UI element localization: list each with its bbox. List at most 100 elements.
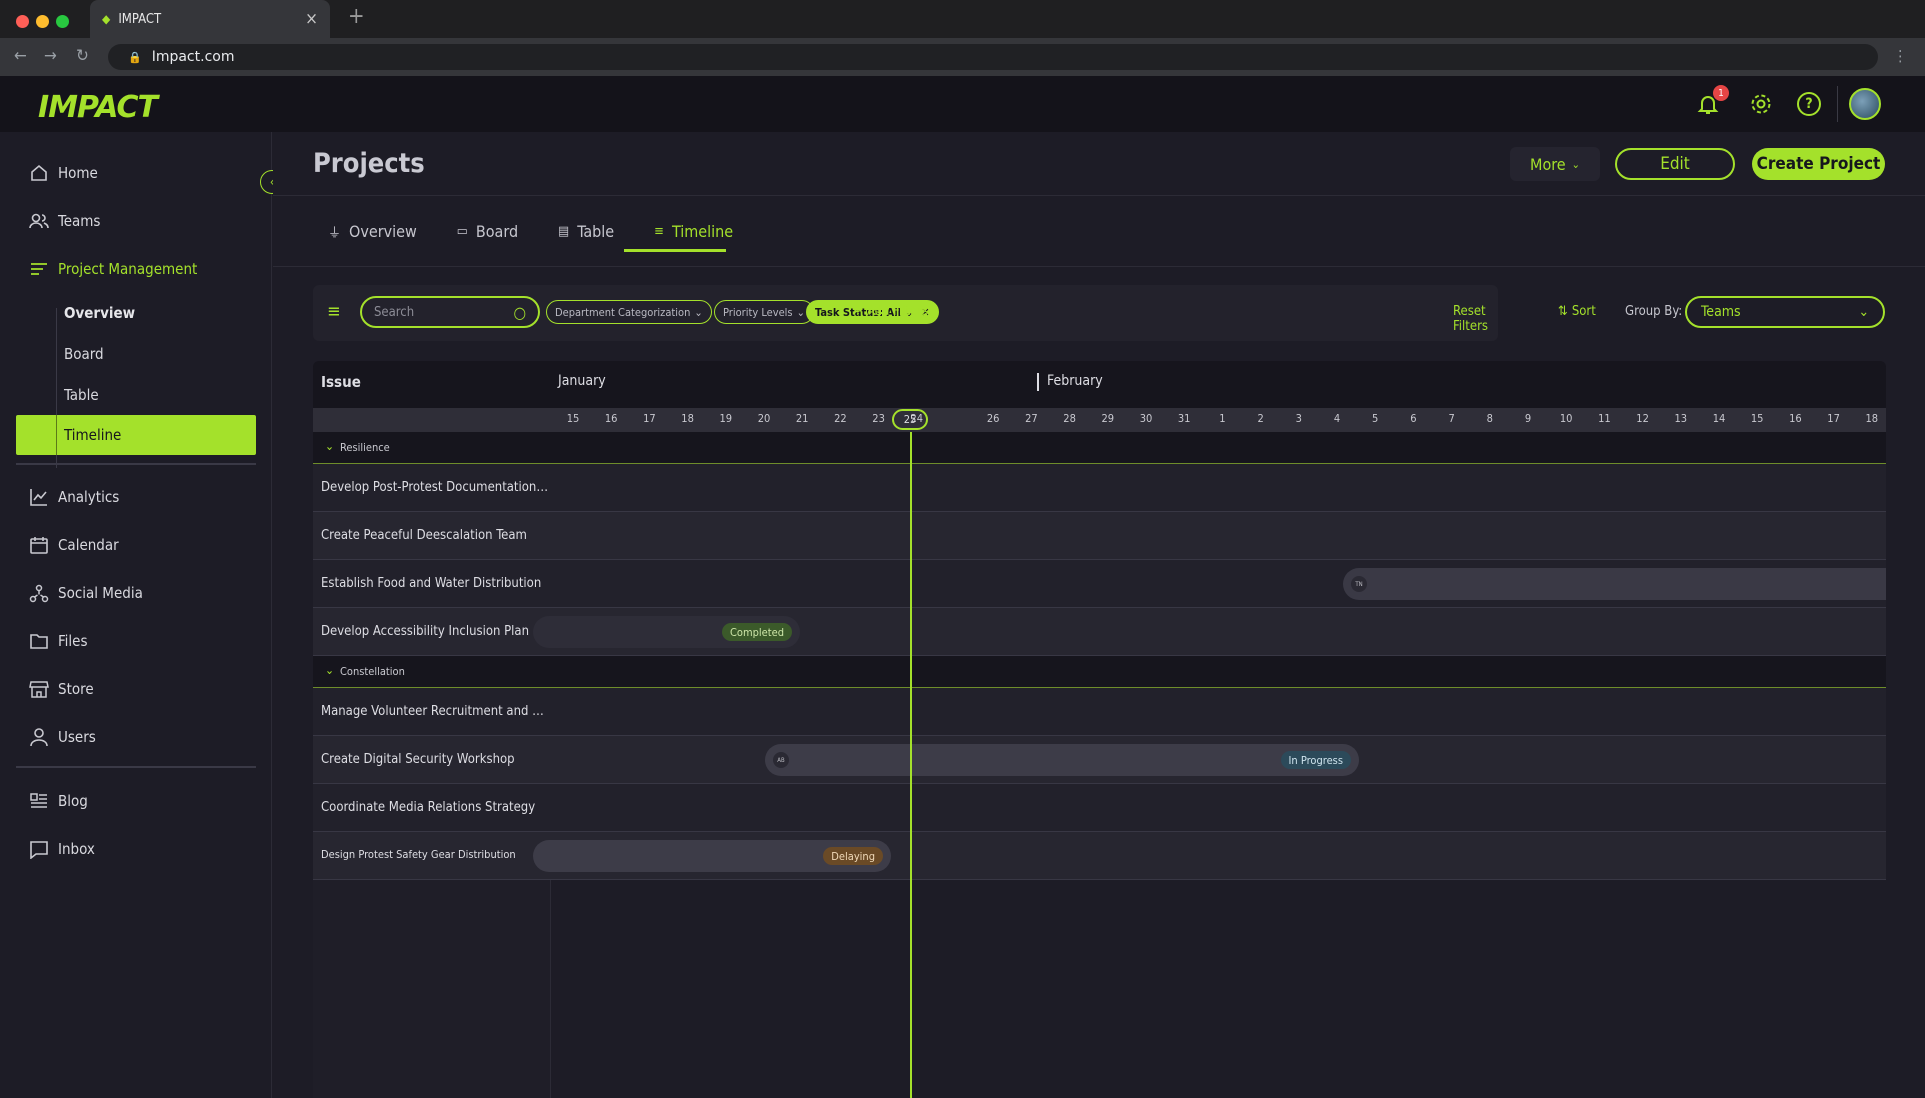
task-bar[interactable]: TN [1343, 568, 1886, 600]
today-marker: 25 [892, 409, 928, 430]
sidebar-subitem-table[interactable]: Table [64, 386, 99, 404]
day-label: 26 [986, 412, 1000, 425]
home-icon [28, 162, 50, 184]
sidebar-item-inbox[interactable]: Inbox [28, 838, 95, 860]
maximize-window-button[interactable] [56, 15, 69, 28]
logo[interactable]: IMPACT [38, 90, 158, 125]
edit-button[interactable]: Edit [1615, 148, 1735, 180]
reset-filters-button[interactable]: Reset Filters [1453, 304, 1498, 334]
filter-icon[interactable]: ≡ [327, 301, 341, 322]
create-project-button[interactable]: Create Project [1752, 148, 1885, 180]
lock-icon: 🔒 [128, 50, 142, 64]
browser-menu-icon[interactable]: ⋮ [1894, 47, 1908, 65]
month-label: February [1047, 373, 1103, 389]
sidebar: Home Teams Project Management Overview B… [0, 132, 284, 1098]
day-label: 30 [1139, 412, 1153, 425]
table-row[interactable]: Create Digital Security Workshop AB In P… [313, 736, 1886, 784]
day-label: 15 [566, 412, 580, 425]
sidebar-item-analytics[interactable]: Analytics [28, 486, 119, 508]
blog-icon [28, 790, 50, 812]
chevron-down-icon: ⌄ [325, 663, 335, 677]
add-filters-button[interactable]: + Add Filters [853, 304, 928, 319]
search-input[interactable]: Search ○ [360, 296, 540, 328]
favicon-icon: ◆ [102, 12, 111, 26]
sidebar-item-files[interactable]: Files [28, 630, 88, 652]
active-marker [56, 415, 57, 455]
day-label: 2 [1257, 412, 1264, 425]
sidebar-item-social-media[interactable]: Social Media [28, 582, 143, 604]
month-divider [1037, 373, 1039, 391]
table-row[interactable]: Design Protest Safety Gear Distribution … [313, 832, 1886, 880]
table-row[interactable]: Develop Accessibility Inclusion Plan Com… [313, 608, 1886, 656]
tab-table[interactable]: ▤ Table [558, 222, 614, 241]
sort-button[interactable]: ⇅ Sort [1558, 304, 1596, 319]
sidebar-item-calendar[interactable]: Calendar [28, 534, 119, 556]
task-bar[interactable]: AB In Progress [765, 744, 1359, 776]
priority-filter[interactable]: Priority Levels ⌄ [714, 300, 814, 324]
timeline-header: Issue January February [313, 361, 1886, 408]
sidebar-item-blog[interactable]: Blog [28, 790, 88, 812]
table-row[interactable]: Establish Food and Water Distribution TN [313, 560, 1886, 608]
new-tab-button[interactable]: + [348, 4, 365, 29]
table-row[interactable]: Coordinate Media Relations Strategy [313, 784, 1886, 832]
day-scale: 15 16 17 18 19 20 21 22 23 24 26 27 28 29 30 31 1 2 3 4 5 6 7 8… [313, 408, 1886, 432]
user-icon [28, 726, 50, 748]
sidebar-subitem-timeline-active[interactable] [16, 415, 256, 455]
minimize-window-button[interactable] [36, 15, 49, 28]
close-tab-icon[interactable]: × [305, 9, 318, 29]
list-icon [28, 258, 50, 280]
table-row[interactable]: Develop Post-Protest Documentation S… [313, 464, 1886, 512]
sidebar-subitem-board[interactable]: Board [64, 345, 104, 363]
task-bar[interactable]: Delaying [533, 840, 891, 872]
day-label: 9 [1524, 412, 1532, 425]
group-header-constellation[interactable]: ⌄ Constellation [313, 656, 1886, 688]
sidebar-item-users[interactable]: Users [28, 726, 96, 748]
chevron-down-icon: ⌄ [1858, 304, 1869, 320]
url-field[interactable]: 🔒 Impact.com [108, 44, 1878, 70]
table-row[interactable]: Manage Volunteer Recruitment and Tra… [313, 688, 1886, 736]
network-icon [28, 582, 50, 604]
app-header: IMPACT 1 ? [0, 76, 1925, 132]
plus-icon: + [853, 304, 863, 319]
task-bar[interactable]: Completed [533, 616, 800, 648]
tab-timeline[interactable]: ≡ Timeline [654, 222, 733, 241]
sidebar-item-teams[interactable]: Teams [28, 210, 100, 232]
day-label: 18 [1865, 412, 1879, 425]
help-icon[interactable]: ? [1797, 92, 1821, 116]
sidebar-item-home[interactable]: Home [28, 162, 98, 184]
day-label: 12 [1636, 412, 1649, 425]
today-line [910, 432, 912, 1098]
table-row[interactable]: Create Peaceful Deescalation Team [313, 512, 1886, 560]
sidebar-subitem-overview[interactable]: Overview [64, 304, 135, 322]
search-icon: ○ [513, 302, 526, 322]
sidebar-item-store[interactable]: Store [28, 678, 94, 700]
gear-icon[interactable] [1749, 92, 1773, 120]
forward-icon[interactable]: → [44, 46, 57, 66]
day-label: 3 [1295, 412, 1302, 425]
close-window-button[interactable] [16, 15, 29, 28]
sidebar-item-project-management[interactable]: Project Management [28, 258, 197, 280]
tab-board[interactable]: ▭ Board [457, 222, 518, 241]
back-icon[interactable]: ← [14, 46, 27, 66]
status-badge: Completed [722, 623, 792, 641]
main-content: Projects More ⌄ Edit Create Project ⏚ Ove… [273, 132, 1925, 1098]
reload-icon[interactable]: ↻ [76, 46, 89, 66]
sidebar-subitem-timeline[interactable]: Timeline [64, 426, 121, 444]
day-label: 4 [1333, 412, 1341, 425]
chart-icon [28, 486, 50, 508]
divider [16, 766, 256, 768]
group-header-resilience[interactable]: ⌄ Resilience [313, 432, 1886, 464]
group-by-select[interactable]: Teams ⌄ [1685, 296, 1885, 328]
avatar[interactable] [1849, 88, 1881, 120]
day-label: 23 [872, 412, 885, 425]
sort-icon: ⇅ [1558, 304, 1568, 319]
day-label: 15 [1750, 412, 1764, 425]
more-button[interactable]: More ⌄ [1510, 147, 1600, 181]
browser-tab[interactable]: ◆ IMPACT × [90, 0, 330, 38]
divider [273, 266, 1925, 267]
tab-overview[interactable]: ⏚ Overview [328, 222, 417, 241]
day-label: 1 [1219, 412, 1226, 425]
day-label: 13 [1674, 412, 1688, 425]
day-label: 14 [1712, 412, 1726, 425]
department-filter[interactable]: Department Categorization ⌄ [546, 300, 712, 324]
